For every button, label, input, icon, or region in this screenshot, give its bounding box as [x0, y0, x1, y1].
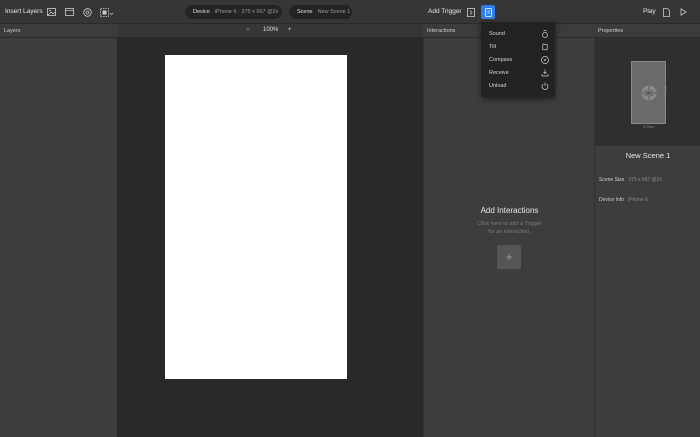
top-toolbar: Insert Layers Device iPhone 6 · 375 x 66…	[0, 0, 700, 24]
hint-line-2: for an interaction.	[488, 229, 531, 235]
scene-size-value: 375 x 667 @2x	[628, 177, 663, 183]
menu-item-label: Unload	[489, 82, 507, 89]
add-trigger-label: Add Trigger	[428, 8, 462, 15]
add-interactions-title: Add Interactions	[480, 206, 539, 215]
scene-label: Scene	[297, 9, 313, 15]
properties-panel: 375px 667px New Scene 1 Scene Size 375 x …	[594, 38, 700, 437]
component-layer-icon[interactable]	[81, 6, 93, 18]
document-icon[interactable]	[660, 6, 672, 18]
image-layer-icon[interactable]	[45, 6, 57, 18]
properties-title: Properties	[598, 28, 624, 34]
layers-panel[interactable]	[0, 38, 117, 437]
compass-icon	[540, 55, 549, 64]
menu-item-receive[interactable]: Receive	[481, 66, 555, 79]
add-interactions-hint: Click here to add a Trigger for an inter…	[424, 220, 595, 236]
preview-height: 667px	[663, 86, 668, 97]
play-label[interactable]: Play	[643, 8, 656, 15]
menu-item-unload[interactable]: Unload	[481, 79, 555, 92]
device-info-value: iPhone 6	[628, 197, 648, 203]
menu-item-label: Compass	[489, 56, 513, 63]
sound-icon	[540, 29, 549, 38]
layers-header: Layers	[0, 24, 117, 38]
menu-item-label: Tilt	[489, 43, 497, 50]
interactions-panel: Add Interactions Click here to add a Tri…	[423, 38, 594, 437]
tilt-icon	[540, 42, 549, 51]
scene-size-label: Scene Size	[599, 177, 625, 183]
device-info-row: Device Info iPhone 6	[599, 197, 648, 203]
menu-item-label: Receive	[489, 69, 509, 76]
device-trigger-button[interactable]	[481, 5, 495, 19]
container-layer-icon[interactable]	[63, 6, 75, 18]
insert-layers-label: Insert Layers	[5, 8, 43, 15]
device-selector[interactable]: Device iPhone 6 · 375 x 667 @2x	[185, 5, 282, 19]
scene-size-row: Scene Size 375 x 667 @2x	[599, 177, 662, 183]
interactions-title: Interactions	[427, 28, 456, 34]
scene-name[interactable]: New Scene 1	[595, 151, 700, 160]
preview-width: 375px	[643, 124, 654, 129]
scene-value: New Scene 1	[317, 9, 351, 15]
logo-icon	[641, 85, 657, 101]
layers-title: Layers	[4, 28, 21, 34]
device-outline	[631, 61, 666, 124]
preview-play-icon[interactable]	[677, 6, 689, 18]
add-interaction-button[interactable]: +	[497, 245, 521, 269]
properties-header: Properties	[594, 24, 700, 38]
trigger-menu: Sound Tilt Compass Receive Unload	[481, 22, 555, 97]
scene-artboard[interactable]	[165, 55, 347, 379]
zoom-bar: − 100% +	[117, 24, 423, 38]
menu-item-tilt[interactable]: Tilt	[481, 40, 555, 53]
zoom-out-button[interactable]: −	[246, 27, 250, 33]
menu-item-sound[interactable]: Sound	[481, 27, 555, 40]
device-label: Device	[193, 9, 210, 15]
more-layers-icon[interactable]	[99, 6, 115, 18]
device-preview: 375px 667px	[595, 38, 700, 146]
add-trigger-button[interactable]	[464, 5, 478, 19]
menu-item-label: Sound	[489, 30, 505, 37]
app-window: Insert Layers Device iPhone 6 · 375 x 66…	[0, 0, 700, 437]
device-info-label: Device Info	[599, 197, 625, 203]
zoom-level: 100%	[263, 27, 279, 33]
scene-selector[interactable]: Scene New Scene 1	[289, 5, 352, 19]
zoom-in-button[interactable]: +	[288, 27, 292, 33]
menu-item-compass[interactable]: Compass	[481, 53, 555, 66]
device-value: iPhone 6 · 375 x 667 @2x	[214, 9, 279, 15]
canvas-area[interactable]	[117, 38, 423, 437]
power-icon	[540, 81, 549, 90]
receive-icon	[540, 68, 549, 77]
hint-line-1: Click here to add a Trigger	[477, 221, 542, 227]
